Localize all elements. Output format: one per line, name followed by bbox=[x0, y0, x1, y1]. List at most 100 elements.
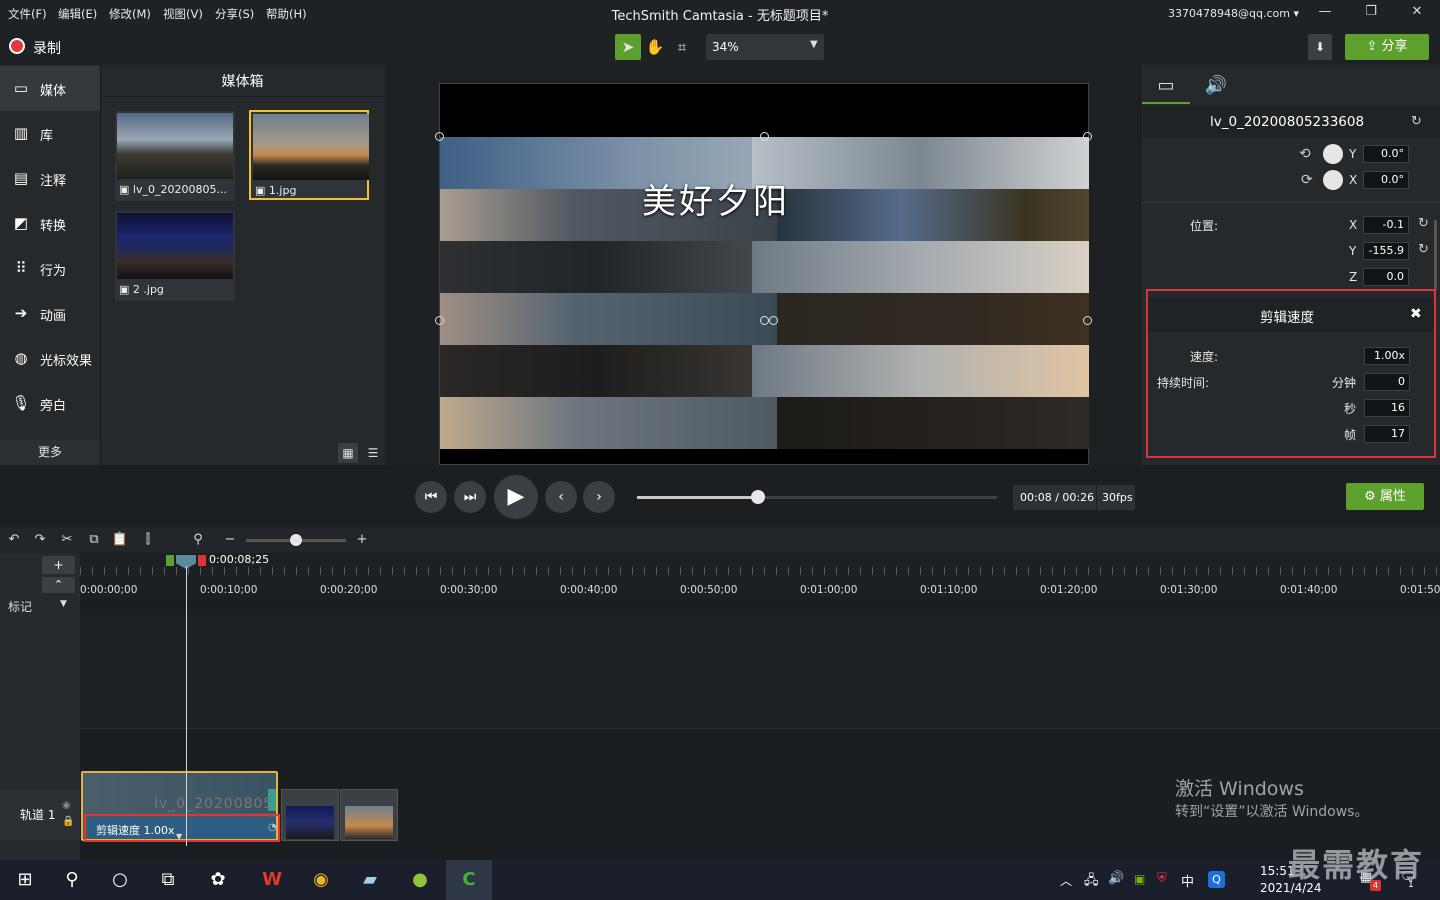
nav-item-library[interactable]: ▥ 库 bbox=[0, 111, 100, 156]
position-z-field[interactable]: 0.0 bbox=[1363, 268, 1409, 286]
bin-item[interactable]: ▣ 1.jpg bbox=[249, 110, 369, 200]
speed-field[interactable]: 1.00x bbox=[1364, 347, 1410, 365]
nvidia-icon[interactable]: ▣ bbox=[1134, 872, 1145, 886]
menu-view[interactable]: 视图(V) bbox=[163, 6, 203, 22]
share-button[interactable]: ⇪ 分享 bbox=[1345, 34, 1429, 60]
qq-icon[interactable]: Q bbox=[1208, 871, 1225, 888]
nav-item-behaviors[interactable]: ⠿ 行为 bbox=[0, 246, 100, 291]
rotation-x-field[interactable]: 0.0° bbox=[1363, 171, 1409, 189]
speed-clock-icon[interactable]: ◔ bbox=[268, 822, 277, 833]
selection-end-marker[interactable] bbox=[198, 555, 206, 566]
bin-item[interactable]: ▣ lv_0_20200805... bbox=[115, 111, 235, 201]
restore-icon[interactable]: ❐ bbox=[1361, 4, 1381, 22]
search-icon[interactable]: ⚲ bbox=[57, 866, 87, 894]
record-button[interactable]: 录制 bbox=[33, 38, 61, 58]
more-button[interactable]: 更多 bbox=[0, 440, 100, 465]
crop-tool-icon[interactable]: ⌗ bbox=[669, 34, 695, 60]
properties-button[interactable]: ⚙ 属性 bbox=[1346, 483, 1424, 510]
clip-trim-handle[interactable] bbox=[268, 789, 276, 811]
collapse-icon[interactable]: ⌃ bbox=[42, 577, 75, 593]
grid-view-icon[interactable]: ▦ bbox=[338, 443, 358, 463]
audio-properties-tab-icon[interactable]: 🔊 bbox=[1192, 68, 1240, 104]
scrub-handle[interactable] bbox=[751, 490, 765, 504]
menu-help[interactable]: 帮助(H) bbox=[266, 6, 307, 22]
step-back-icon[interactable]: ⏮ bbox=[415, 481, 447, 513]
camtasia-taskbar-icon[interactable]: C bbox=[446, 860, 492, 900]
close-icon[interactable]: ✕ bbox=[1407, 4, 1427, 22]
redo-icon[interactable]: ↷ bbox=[31, 531, 49, 549]
zoom-slider-handle[interactable] bbox=[290, 534, 302, 546]
resize-handle[interactable] bbox=[435, 316, 444, 325]
previous-icon[interactable]: ‹ bbox=[545, 481, 577, 513]
chevron-down-icon[interactable]: ▼ bbox=[60, 599, 67, 609]
split-icon[interactable]: ⫿ bbox=[139, 531, 157, 549]
nav-item-transitions[interactable]: ◩ 转换 bbox=[0, 201, 100, 246]
seconds-field[interactable]: 16 bbox=[1364, 399, 1410, 417]
volume-icon[interactable]: 🔊 bbox=[1108, 871, 1124, 886]
frames-field[interactable]: 17 bbox=[1364, 425, 1410, 443]
resize-handle[interactable] bbox=[1083, 316, 1092, 325]
rotate-x-dial[interactable] bbox=[1323, 170, 1343, 190]
step-forward-icon[interactable]: ⏭ bbox=[454, 481, 486, 513]
task-view-icon[interactable]: ⧉ bbox=[153, 866, 183, 894]
notes-app-icon[interactable]: ▰ bbox=[355, 866, 385, 894]
menu-share[interactable]: 分享(S) bbox=[215, 6, 254, 22]
melon-app-icon[interactable]: ● bbox=[405, 866, 435, 894]
list-view-icon[interactable]: ☰ bbox=[363, 443, 383, 463]
cut-icon[interactable]: ✂ bbox=[58, 531, 76, 549]
nav-item-voice-narration[interactable]: 🎙 旁白 bbox=[0, 381, 100, 426]
play-icon[interactable]: ▶ bbox=[494, 475, 538, 519]
zoom-select[interactable]: 34% ▼ bbox=[706, 34, 824, 60]
menu-file[interactable]: 文件(F) bbox=[8, 6, 47, 22]
minimize-icon[interactable]: — bbox=[1315, 4, 1335, 22]
speed-handle-icon[interactable]: ▼ bbox=[176, 832, 182, 841]
image-clip[interactable] bbox=[281, 789, 339, 841]
rotation-y-field[interactable]: 0.0° bbox=[1363, 145, 1409, 163]
resize-handle[interactable] bbox=[1083, 132, 1092, 141]
playhead-line[interactable] bbox=[186, 566, 187, 846]
nav-item-media[interactable]: ▭ 媒体 bbox=[0, 66, 100, 111]
resize-handle[interactable] bbox=[435, 132, 444, 141]
minutes-field[interactable]: 0 bbox=[1364, 373, 1410, 391]
timeline-ruler[interactable] bbox=[80, 553, 1440, 598]
empty-track[interactable] bbox=[80, 614, 1440, 729]
lock-icon[interactable]: 🔒 bbox=[62, 816, 74, 827]
panel-scrollbar[interactable] bbox=[1434, 220, 1437, 290]
cortana-icon[interactable]: ○ bbox=[105, 866, 135, 894]
bin-item[interactable]: ▣ 2 .jpg bbox=[115, 211, 235, 301]
visual-properties-tab-icon[interactable]: ▭ bbox=[1142, 68, 1190, 104]
record-icon[interactable] bbox=[9, 38, 25, 54]
chevron-up-icon[interactable]: ︿ bbox=[1060, 872, 1072, 889]
add-track-icon[interactable]: + bbox=[42, 556, 75, 574]
image-clip[interactable] bbox=[340, 789, 398, 841]
undo-icon[interactable]: ↶ bbox=[5, 531, 23, 549]
network-icon[interactable]: 🖧 bbox=[1084, 871, 1099, 893]
zoom-icon[interactable]: ⚲ bbox=[189, 531, 207, 549]
rotate-y-dial[interactable] bbox=[1323, 144, 1343, 164]
security-icon[interactable]: ⛨ bbox=[1157, 871, 1167, 886]
caption-text[interactable]: 美好夕阳 bbox=[642, 174, 790, 223]
zoom-in-icon[interactable]: + bbox=[353, 531, 371, 549]
nav-item-cursor-effects[interactable]: ◍ 光标效果 bbox=[0, 336, 100, 381]
reset-icon[interactable]: ↻ bbox=[1411, 114, 1422, 129]
copy-icon[interactable]: ⧉ bbox=[85, 531, 103, 549]
position-x-field[interactable]: -0.1 bbox=[1363, 216, 1409, 234]
menu-edit[interactable]: 编辑(E) bbox=[58, 6, 97, 22]
rotate-handle[interactable] bbox=[760, 316, 769, 325]
chrome-icon[interactable]: ◉ bbox=[306, 866, 336, 894]
resize-handle[interactable] bbox=[769, 316, 778, 325]
nav-item-animations[interactable]: ➔ 动画 bbox=[0, 291, 100, 336]
pan-tool-icon[interactable]: ✋ bbox=[642, 34, 668, 60]
next-icon[interactable]: › bbox=[583, 481, 615, 513]
eye-icon[interactable]: ◉ bbox=[62, 800, 71, 811]
selection-start-marker[interactable] bbox=[166, 555, 174, 566]
windows-start-icon[interactable]: ⊞ bbox=[10, 866, 40, 894]
ime-indicator[interactable]: 中 bbox=[1181, 871, 1194, 890]
download-icon[interactable]: ⬇ bbox=[1308, 34, 1332, 60]
zoom-out-icon[interactable]: − bbox=[221, 531, 239, 549]
reset-icon[interactable]: ↻ bbox=[1418, 216, 1429, 231]
paste-icon[interactable]: 📋 bbox=[111, 531, 129, 549]
wps-icon[interactable]: W bbox=[257, 866, 287, 894]
reset-icon[interactable]: ↻ bbox=[1418, 242, 1429, 257]
account-label[interactable]: 3370478948@qq.com ▾ bbox=[1168, 7, 1299, 20]
